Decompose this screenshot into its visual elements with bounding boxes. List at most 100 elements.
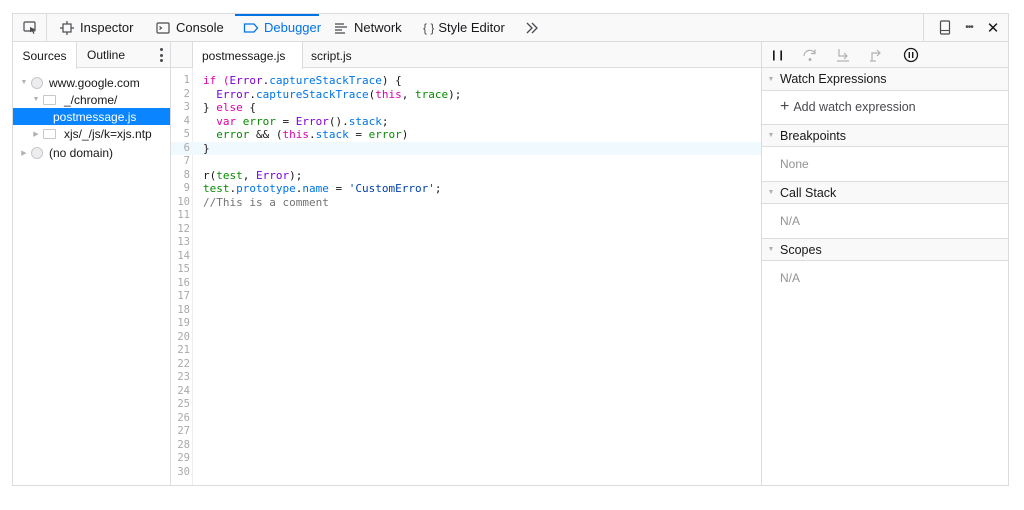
pause-on-exceptions-icon[interactable] xyxy=(902,46,920,64)
tab-sources[interactable]: Sources xyxy=(13,42,77,69)
inspector-icon xyxy=(59,20,75,36)
line-number[interactable]: 13 xyxy=(171,236,190,250)
line-number[interactable]: 1 xyxy=(171,74,190,88)
code-line[interactable]: 7 xyxy=(171,155,761,169)
code-line[interactable]: 28 xyxy=(171,439,761,453)
add-watch-expression-button[interactable]: + Add watch expression xyxy=(780,99,916,115)
code-line[interactable]: 6} xyxy=(171,141,761,156)
code-line[interactable]: 30 xyxy=(171,466,761,480)
element-picker-button[interactable] xyxy=(13,14,47,41)
code-line[interactable]: 21 xyxy=(171,344,761,358)
line-number[interactable]: 4 xyxy=(171,115,190,129)
editor-tab-postmessage[interactable]: postmessage.js xyxy=(193,42,303,69)
line-number[interactable]: 14 xyxy=(171,250,190,264)
tab-console[interactable]: Console xyxy=(147,14,224,41)
line-number[interactable]: 3 xyxy=(171,101,190,115)
code-token: = xyxy=(328,182,349,195)
line-number[interactable]: 5 xyxy=(171,128,190,142)
call-stack-header[interactable]: ▼ Call Stack xyxy=(762,181,1008,204)
tab-outline[interactable]: Outline xyxy=(79,42,133,68)
more-tabs-button[interactable] xyxy=(521,14,543,41)
line-number[interactable]: 10 xyxy=(171,196,190,210)
line-number[interactable]: 8 xyxy=(171,169,190,183)
editor-tab-script[interactable]: script.js xyxy=(311,42,352,69)
tab-debugger[interactable]: Debugger xyxy=(235,14,321,41)
line-number[interactable]: 15 xyxy=(171,263,190,277)
tab-network[interactable]: Network xyxy=(325,14,402,41)
code-line[interactable]: 15 xyxy=(171,263,761,277)
line-number[interactable]: 23 xyxy=(171,371,190,385)
line-number[interactable]: 29 xyxy=(171,452,190,466)
code-line[interactable]: 29 xyxy=(171,452,761,466)
pause-icon[interactable]: ❙❙ xyxy=(768,46,786,64)
code-line[interactable]: 2 Error.captureStackTrace(this, trace); xyxy=(171,88,761,102)
sources-menu-icon[interactable] xyxy=(156,47,166,63)
line-number[interactable]: 22 xyxy=(171,358,190,372)
line-number[interactable]: 6 xyxy=(171,142,190,156)
code-line[interactable]: 26 xyxy=(171,412,761,426)
tree-item-label: (no domain) xyxy=(49,145,114,160)
line-number[interactable]: 24 xyxy=(171,385,190,399)
line-number[interactable]: 11 xyxy=(171,209,190,223)
scopes-header[interactable]: ▼ Scopes xyxy=(762,238,1008,261)
line-number[interactable]: 20 xyxy=(171,331,190,345)
tree-item-folder[interactable]: ▶ xjs/_/js/k=xjs.ntp xyxy=(13,125,170,142)
code-line[interactable]: 24 xyxy=(171,385,761,399)
code-line[interactable]: 18 xyxy=(171,304,761,318)
tree-item-domain[interactable]: ▶ (no domain) xyxy=(13,144,170,161)
code-line[interactable]: 9 test.prototype.name = 'CustomError'; xyxy=(171,182,761,196)
breakpoints-header[interactable]: ▼ Breakpoints xyxy=(762,124,1008,147)
code-line[interactable]: 12 xyxy=(171,223,761,237)
line-number[interactable]: 19 xyxy=(171,317,190,331)
code-line[interactable]: 25 xyxy=(171,398,761,412)
code-token: , xyxy=(242,168,256,182)
code-line[interactable]: 17 xyxy=(171,290,761,304)
tree-item-file[interactable]: postmessage.js xyxy=(13,108,170,125)
line-number[interactable]: 17 xyxy=(171,290,190,304)
line-number[interactable]: 25 xyxy=(171,398,190,412)
line-number[interactable]: 9 xyxy=(171,182,190,196)
code-line[interactable]: 3} else { xyxy=(171,101,761,115)
line-number[interactable]: 12 xyxy=(171,223,190,237)
line-number[interactable]: 26 xyxy=(171,412,190,426)
code-token: error xyxy=(242,114,276,128)
line-number[interactable]: 28 xyxy=(171,439,190,453)
tab-label: Network xyxy=(354,20,402,35)
step-in-icon[interactable] xyxy=(834,46,852,64)
code-line[interactable]: 4 var error = Error().stack; xyxy=(171,115,761,129)
line-number[interactable]: 27 xyxy=(171,425,190,439)
tab-inspector[interactable]: Inspector xyxy=(51,14,133,41)
code-line[interactable]: 27 xyxy=(171,425,761,439)
line-number[interactable]: 30 xyxy=(171,466,190,480)
code-token: = xyxy=(348,128,369,141)
line-number[interactable]: 21 xyxy=(171,344,190,358)
responsive-design-button[interactable] xyxy=(936,19,954,37)
tab-style-editor[interactable]: { } Style Editor xyxy=(415,14,505,41)
code-line[interactable]: 8 r(test, Error); xyxy=(171,169,761,183)
code-line[interactable]: 5 error && (this.stack = error) xyxy=(171,128,761,142)
tree-item-folder[interactable]: ▼ _/chrome/ xyxy=(13,91,170,108)
code-line[interactable]: 14 xyxy=(171,250,761,264)
code-line[interactable]: 13 xyxy=(171,236,761,250)
code-line[interactable]: 20 xyxy=(171,331,761,345)
code-line[interactable]: 23 xyxy=(171,371,761,385)
watch-expressions-header[interactable]: ▼ Watch Expressions xyxy=(762,68,1008,91)
line-number[interactable]: 16 xyxy=(171,277,190,291)
code-token: //This is a comment xyxy=(203,195,329,209)
more-options-icon[interactable]: ••• xyxy=(958,19,980,37)
code-line[interactable]: 19 xyxy=(171,317,761,331)
tree-item-domain[interactable]: ▼ www.google.com xyxy=(13,74,170,91)
line-number[interactable]: 7 xyxy=(171,155,190,169)
step-over-icon[interactable] xyxy=(801,46,819,64)
code-line[interactable]: 1 if (Error.captureStackTrace) { xyxy=(171,74,761,88)
line-number[interactable]: 18 xyxy=(171,304,190,318)
code-area[interactable]: 1 if (Error.captureStackTrace) {2 Error.c… xyxy=(171,68,761,485)
line-number[interactable]: 2 xyxy=(171,88,190,102)
code-line[interactable]: 10 //This is a comment xyxy=(171,196,761,210)
code-line[interactable]: 11 xyxy=(171,209,761,223)
close-icon[interactable]: ✕ xyxy=(984,19,1002,37)
code-token: var xyxy=(216,114,237,128)
code-line[interactable]: 22 xyxy=(171,358,761,372)
code-line[interactable]: 16 xyxy=(171,277,761,291)
step-out-icon[interactable] xyxy=(867,46,885,64)
